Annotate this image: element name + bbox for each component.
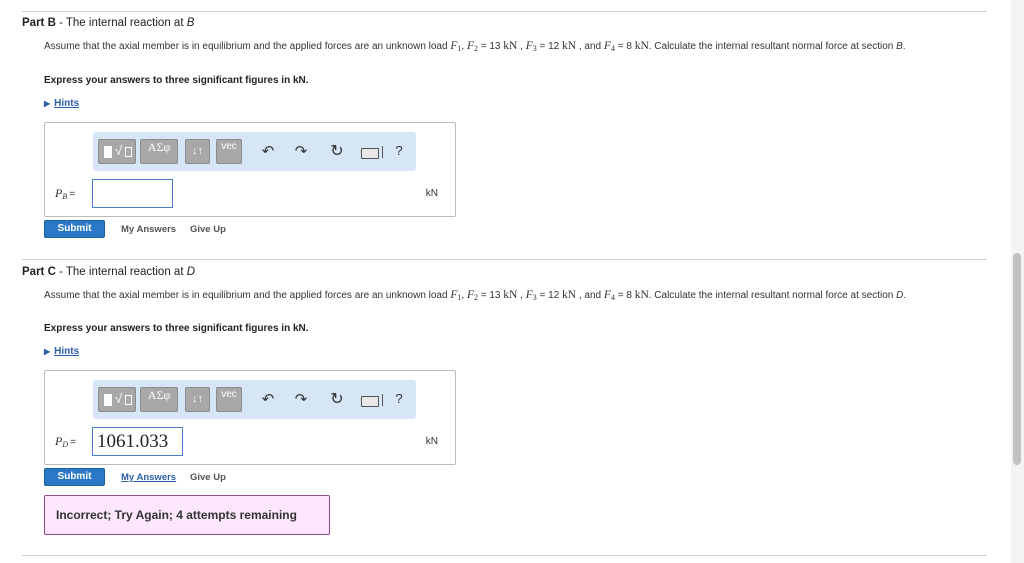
answer-input[interactable]: 1061.033 — [92, 427, 183, 456]
part-b-title: Part B - The internal reaction at B — [22, 17, 195, 29]
variable-label: PD = — [55, 434, 76, 449]
vector-button[interactable]: vec — [216, 387, 242, 412]
triangle-right-icon: ▶ — [44, 347, 51, 356]
reset-icon[interactable]: ↻ — [327, 389, 347, 409]
part-b-hints-link[interactable]: ▶ Hints — [44, 98, 79, 109]
undo-icon[interactable]: ↶ — [258, 142, 278, 160]
templates-button[interactable]: √ — [98, 387, 136, 412]
give-up-link[interactable]: Give Up — [190, 224, 226, 235]
greek-symbols-button[interactable]: ΑΣφ — [140, 139, 178, 164]
part-b-instructions: Express your answers to three significan… — [44, 75, 309, 86]
vector-button[interactable]: vec — [216, 139, 242, 164]
part-c-answer-box: √ ΑΣφ ↓↑ vec ↶ ↷ ↻ ? PD = 1061.033 kN — [44, 370, 456, 465]
templates-icon — [104, 146, 112, 158]
subscript-superscript-button[interactable]: ↓↑ — [185, 139, 210, 164]
keyboard-icon[interactable] — [361, 394, 383, 411]
subscript-superscript-button[interactable]: ↓↑ — [185, 387, 210, 412]
part-c-description: Assume that the axial member is in equil… — [44, 289, 907, 302]
reset-icon[interactable]: ↻ — [327, 141, 347, 161]
part-c-title: Part C - The internal reaction at D — [22, 266, 196, 278]
part-b-description: Assume that the axial member is in equil… — [44, 40, 906, 53]
help-icon[interactable]: ? — [389, 143, 409, 158]
unit-label: kN — [425, 436, 438, 447]
submit-button[interactable]: Submit — [44, 468, 105, 486]
undo-icon[interactable]: ↶ — [258, 390, 278, 408]
my-answers-link[interactable]: My Answers — [121, 224, 176, 235]
keyboard-icon[interactable] — [361, 146, 383, 163]
top-divider — [22, 11, 987, 12]
feedback-message: Incorrect; Try Again; 4 attempts remaini… — [44, 495, 330, 535]
give-up-link[interactable]: Give Up — [190, 472, 226, 483]
redo-icon[interactable]: ↷ — [291, 390, 311, 408]
section-divider — [22, 259, 987, 260]
scrollbar-thumb[interactable] — [1013, 253, 1021, 465]
part-c-hints-link[interactable]: ▶ Hints — [44, 346, 79, 357]
templates-icon — [104, 394, 112, 406]
variable-label: PB = — [55, 186, 76, 201]
my-answers-link[interactable]: My Answers — [121, 472, 176, 483]
greek-symbols-button[interactable]: ΑΣφ — [140, 387, 178, 412]
bottom-divider — [22, 555, 987, 556]
math-toolbar: √ ΑΣφ ↓↑ vec ↶ ↷ ↻ ? — [93, 380, 416, 419]
part-b-answer-box: √ ΑΣφ ↓↑ vec ↶ ↷ ↻ ? PB = kN — [44, 122, 456, 217]
triangle-right-icon: ▶ — [44, 99, 51, 108]
submit-button[interactable]: Submit — [44, 220, 105, 238]
math-toolbar: √ ΑΣφ ↓↑ vec ↶ ↷ ↻ ? — [93, 132, 416, 171]
answer-input[interactable] — [92, 179, 173, 208]
part-c-instructions: Express your answers to three significan… — [44, 323, 309, 334]
templates-button[interactable]: √ — [98, 139, 136, 164]
unit-label: kN — [425, 188, 438, 199]
redo-icon[interactable]: ↷ — [291, 142, 311, 160]
help-icon[interactable]: ? — [389, 391, 409, 406]
